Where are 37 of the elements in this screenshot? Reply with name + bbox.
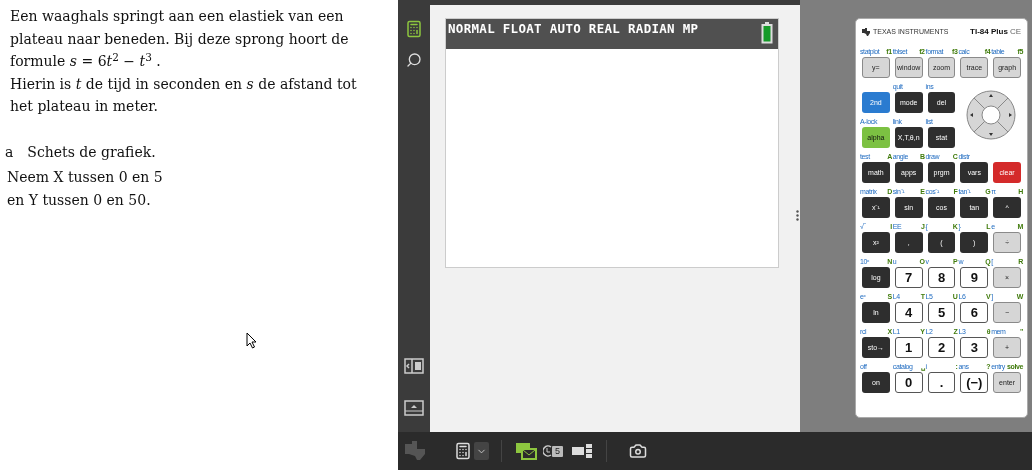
calculator-key[interactable]: . <box>927 372 956 393</box>
texas-logo-icon <box>862 28 870 36</box>
layout-icon[interactable] <box>572 444 592 458</box>
problem-text: formule s = 6𝑡$^{2}$ − t$^{3}$ . <box>10 50 161 71</box>
battery-icon <box>761 22 773 44</box>
calculator-key[interactable]: 5 <box>927 302 956 323</box>
hint-text: en Y tussen 0 en 50. <box>7 190 151 210</box>
calculator-key[interactable]: 7 <box>894 267 923 288</box>
camera-icon[interactable] <box>629 442 647 460</box>
calculator-key[interactable]: 3 <box>960 337 989 358</box>
calculator-icon[interactable] <box>405 20 423 38</box>
calculator-key[interactable]: 4 <box>894 302 923 323</box>
panel-layout-icon[interactable] <box>404 358 424 374</box>
search-icon[interactable] <box>406 52 422 68</box>
question-letter: a <box>5 142 14 162</box>
status-text: NORMAL FLOAT AUTO REAL RADIAN MP <box>448 20 699 38</box>
calculator-icon[interactable] <box>454 442 472 460</box>
hint-text: Neem X tussen 0 en 5 <box>7 168 163 187</box>
problem-text: Een waaghals springt aan een elastiek van een <box>10 7 344 26</box>
splitter-handle-icon[interactable] <box>796 209 799 221</box>
calculator-key[interactable]: 9 <box>960 267 989 288</box>
problem-text: Hierin is t de tijd in seconden en s de afstand tot <box>10 74 357 94</box>
calculator-key[interactable]: (−) <box>960 372 989 393</box>
problem-text: plateau naar beneden. Bij deze sprong hoort de <box>10 29 349 49</box>
calculator-key[interactable]: 8 <box>927 267 956 288</box>
arrow-pad[interactable] <box>965 89 1016 141</box>
calculator-key[interactable]: 0 <box>894 372 923 393</box>
problem-text: het plateau in meter. <box>10 97 158 116</box>
screen-display-icon[interactable] <box>404 400 424 416</box>
stacked-screens-icon[interactable] <box>515 442 537 460</box>
model-name: TI-84 Plus <box>970 26 1008 38</box>
calculator-key[interactable]: 1 <box>894 337 923 358</box>
mouse-cursor-icon <box>246 332 257 349</box>
calculator-key[interactable]: 2 <box>927 337 956 358</box>
model-edition: CE <box>1009 26 1021 38</box>
calculator-key[interactable]: 6 <box>960 302 989 323</box>
question-text: Schets de grafiek. <box>27 142 156 162</box>
